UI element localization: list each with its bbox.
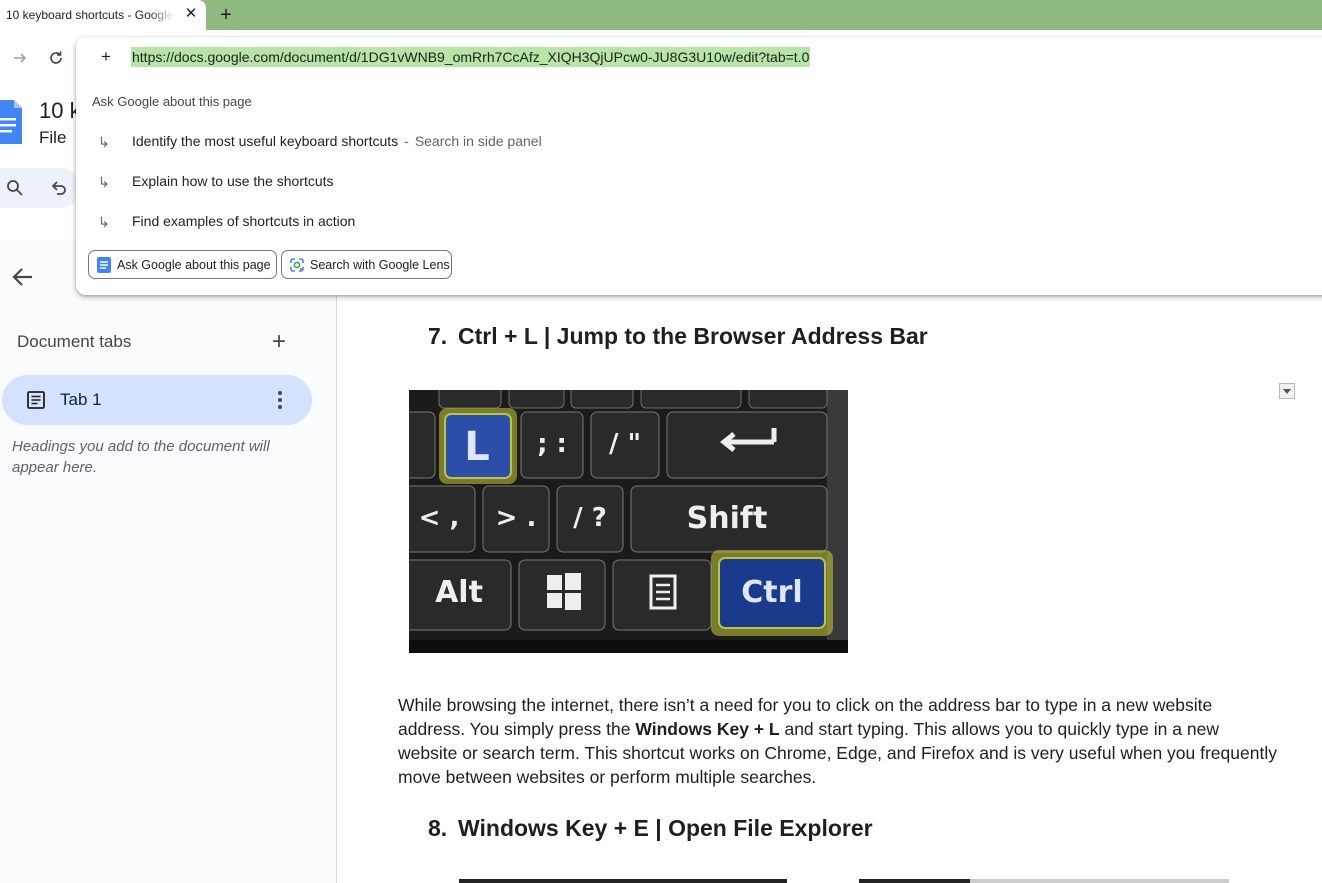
key-gt: > . — [496, 503, 537, 533]
document-page[interactable]: 7. Ctrl + L | Jump to the Browser Address… — [338, 295, 1322, 883]
back-arrow-icon[interactable] — [10, 264, 36, 290]
document-canvas: 7. Ctrl + L | Jump to the Browser Address… — [338, 295, 1322, 883]
omnibox-section-heading: Ask Google about this page — [92, 94, 252, 109]
more-options-icon[interactable] — [270, 389, 290, 411]
chip-label: Ask Google about this page — [117, 257, 271, 272]
document-outline-sidebar: Document tabs + Tab 1 Headings you add t… — [0, 240, 337, 883]
suggestion-label: Identify the most useful keyboard shortc… — [132, 133, 399, 149]
key-alt: Alt — [435, 575, 483, 610]
suggestion-label: Explain how to use the shortcuts — [132, 173, 334, 189]
suggestion-arrow-icon: ↳ — [98, 134, 110, 150]
add-tab-button[interactable]: + — [268, 330, 290, 354]
browser-tab-strip: 10 keyboard shortcuts - Google Docs ✕ + — [0, 0, 1322, 30]
browser-tab[interactable]: 10 keyboard shortcuts - Google Docs ✕ — [0, 0, 206, 30]
sidebar-item-tab-1[interactable]: Tab 1 — [2, 375, 312, 425]
suggestion-text: Identify the most useful keyboard shortc… — [132, 133, 542, 149]
key-quote: / " — [609, 429, 641, 459]
omnibox-dropdown: + https://docs.google.com/document/d/1DG… — [76, 37, 1322, 295]
heading-8: 8. Windows Key + E | Open File Explorer — [428, 815, 873, 842]
dropdown-marker-icon[interactable] — [1279, 383, 1295, 399]
keyboard-image: L ; : / " < , > . / ? Shift Alt Ctrl — [409, 390, 848, 653]
suggestion-arrow-icon: ↳ — [98, 174, 110, 190]
omnibox-plus-icon[interactable]: + — [98, 47, 114, 67]
suggestion-arrow-icon: ↳ — [98, 214, 110, 230]
ask-google-chip-button[interactable]: Ask Google about this page — [88, 250, 277, 279]
sidebar-title: Document tabs — [17, 332, 132, 351]
undo-icon[interactable] — [48, 177, 70, 199]
omnibox-suggestion[interactable]: ↳ Explain how to use the shortcuts — [76, 162, 1322, 202]
address-bar-input[interactable]: https://docs.google.com/document/d/1DG1v… — [131, 47, 811, 67]
suggestion-label: Find examples of shortcuts in action — [132, 213, 356, 229]
heading-text: Ctrl + L | Jump to the Browser Address B… — [458, 323, 928, 349]
document-tab-icon — [26, 390, 46, 410]
key-semicolon: ; : — [537, 429, 567, 459]
key-lt: < , — [419, 503, 460, 533]
body-paragraph: While browsing the internet, there isn’t… — [398, 693, 1278, 789]
sidebar-item-label: Tab 1 — [60, 390, 102, 409]
forward-icon[interactable] — [8, 46, 32, 70]
reload-icon[interactable] — [44, 46, 68, 70]
heading-7: 7. Ctrl + L | Jump to the Browser Address… — [428, 323, 928, 350]
omnibox-suggestion[interactable]: ↳ Find examples of shortcuts in action — [76, 202, 1322, 242]
next-image-top-edge — [859, 879, 1229, 883]
docs-icon — [97, 256, 111, 273]
heading-number: 7. — [428, 323, 448, 349]
key-ctrl: Ctrl — [741, 575, 802, 610]
omnibox-suggestion[interactable]: ↳ Identify the most useful keyboard shor… — [76, 122, 1322, 162]
next-image-top-edge — [459, 879, 787, 883]
key-slash: / ? — [573, 503, 607, 533]
key-l: L — [464, 424, 490, 470]
chip-label: Search with Google Lens — [310, 257, 450, 272]
suggestion-hint: Search in side panel — [414, 133, 542, 149]
sidebar-empty-hint: Headings you add to the document will ap… — [12, 438, 270, 476]
browser-tab-title: 10 keyboard shortcuts - Google Docs — [6, 8, 174, 22]
document-title[interactable]: 10 k — [39, 98, 81, 124]
menu-file[interactable]: File — [39, 128, 66, 148]
close-tab-icon[interactable]: ✕ — [182, 5, 200, 23]
suggestion-separator: - — [404, 133, 409, 149]
paragraph-bold: Windows Key + L — [635, 719, 780, 739]
key-shift: Shift — [687, 501, 768, 536]
heading-number: 8. — [428, 815, 448, 841]
google-lens-chip-button[interactable]: Search with Google Lens — [281, 250, 452, 279]
search-menus-icon[interactable] — [4, 177, 26, 199]
heading-text: Windows Key + E | Open File Explorer — [458, 815, 873, 841]
new-tab-button[interactable]: + — [214, 3, 238, 27]
google-docs-logo-icon[interactable] — [0, 100, 22, 144]
google-lens-icon — [290, 257, 304, 272]
